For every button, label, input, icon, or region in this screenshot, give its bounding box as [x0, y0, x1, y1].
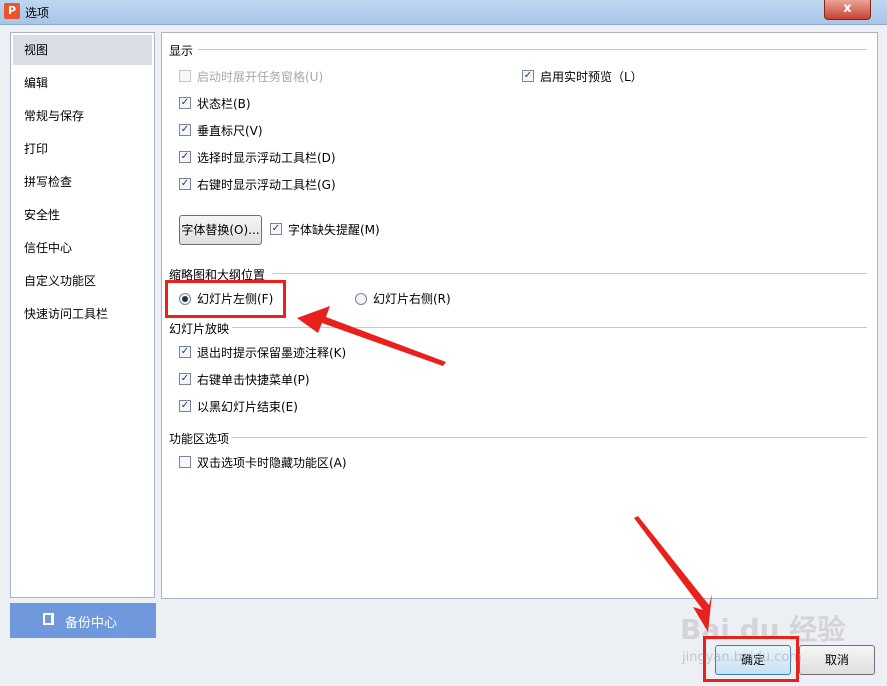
section-title-display: 显示 — [169, 44, 194, 58]
sidebar-item-trust-center[interactable]: 信任中心 — [13, 233, 152, 263]
section-divider — [232, 437, 867, 438]
option-label: 启动时展开任务窗格(U) — [197, 70, 324, 84]
radio-button[interactable] — [355, 293, 367, 305]
checkbox-checked[interactable]: ✓ — [522, 70, 534, 82]
sidebar-nav: 视图 编辑 常规与保存 打印 拼写检查 安全性 信任中心 自定义功能区 快速访问… — [10, 32, 155, 598]
sidebar-item-view[interactable]: 视图 — [13, 35, 152, 65]
section-title-slideshow: 幻灯片放映 — [169, 322, 230, 336]
radio-dot — [182, 296, 188, 302]
checkbox-checked[interactable]: ✓ — [179, 373, 191, 385]
option-label: 双击选项卡时隐藏功能区(A) — [197, 456, 347, 470]
option-label: 选择时显示浮动工具栏(D) — [197, 151, 336, 165]
sidebar-item-print[interactable]: 打印 — [13, 134, 152, 164]
watermark-text: Bai du 经验 — [680, 613, 846, 646]
section-title-ribbon: 功能区选项 — [169, 432, 230, 446]
sidebar-item-quick-access-toolbar[interactable]: 快速访问工具栏 — [13, 299, 152, 329]
option-label: 幻灯片左侧(F) — [197, 292, 274, 306]
close-button[interactable]: x — [824, 0, 871, 20]
window-title: 选项 — [25, 6, 50, 20]
option-label: 字体缺失提醒(M) — [288, 223, 380, 237]
option-label: 状态栏(B) — [197, 97, 251, 111]
checkbox-checked[interactable]: ✓ — [179, 124, 191, 136]
checkbox[interactable] — [179, 70, 191, 82]
checkbox-checked[interactable]: ✓ — [179, 346, 191, 358]
option-label: 垂直标尺(V) — [197, 124, 263, 138]
section-title-outline: 缩略图和大纲位置 — [169, 268, 266, 282]
checkbox[interactable] — [179, 456, 191, 468]
option-label: 幻灯片右侧(R) — [373, 292, 451, 306]
option-label: 启用实时预览（L） — [540, 70, 643, 84]
backup-center-label: 备份中心 — [65, 616, 118, 631]
checkbox-checked[interactable]: ✓ — [179, 400, 191, 412]
checkbox-checked[interactable]: ✓ — [270, 223, 282, 235]
watermark-subtext: jingyan.baidu.com — [682, 650, 802, 665]
backup-center-button[interactable]: 备份中心 — [10, 603, 156, 638]
sidebar-item-customize-ribbon[interactable]: 自定义功能区 — [13, 266, 152, 296]
checkbox-checked[interactable]: ✓ — [179, 178, 191, 190]
font-replace-button[interactable]: 字体替换(O)... — [179, 215, 262, 245]
sidebar-item-general-save[interactable]: 常规与保存 — [13, 101, 152, 131]
option-label: 以黑幻灯片结束(E) — [197, 400, 298, 414]
radio-button-selected[interactable] — [179, 293, 191, 305]
section-divider — [198, 49, 867, 50]
option-label: 右键单击快捷菜单(P) — [197, 373, 310, 387]
option-label: 右键时显示浮动工具栏(G) — [197, 178, 336, 192]
sidebar-item-edit[interactable]: 编辑 — [13, 68, 152, 98]
title-bar: P 选项 — [0, 0, 887, 25]
section-divider — [272, 273, 867, 274]
app-logo-icon: P — [4, 3, 20, 19]
checkbox-checked[interactable]: ✓ — [179, 151, 191, 163]
backup-icon — [43, 613, 54, 625]
cancel-button[interactable]: 取消 — [799, 645, 875, 675]
section-divider — [232, 327, 867, 328]
checkbox-checked[interactable]: ✓ — [179, 97, 191, 109]
option-label: 退出时提示保留墨迹注释(K) — [197, 346, 347, 360]
sidebar-item-spell-check[interactable]: 拼写检查 — [13, 167, 152, 197]
sidebar-item-security[interactable]: 安全性 — [13, 200, 152, 230]
settings-panel: 显示 启动时展开任务窗格(U) ✓ 启用实时预览（L） ✓ 状态栏(B) ✓ 垂… — [161, 32, 878, 599]
